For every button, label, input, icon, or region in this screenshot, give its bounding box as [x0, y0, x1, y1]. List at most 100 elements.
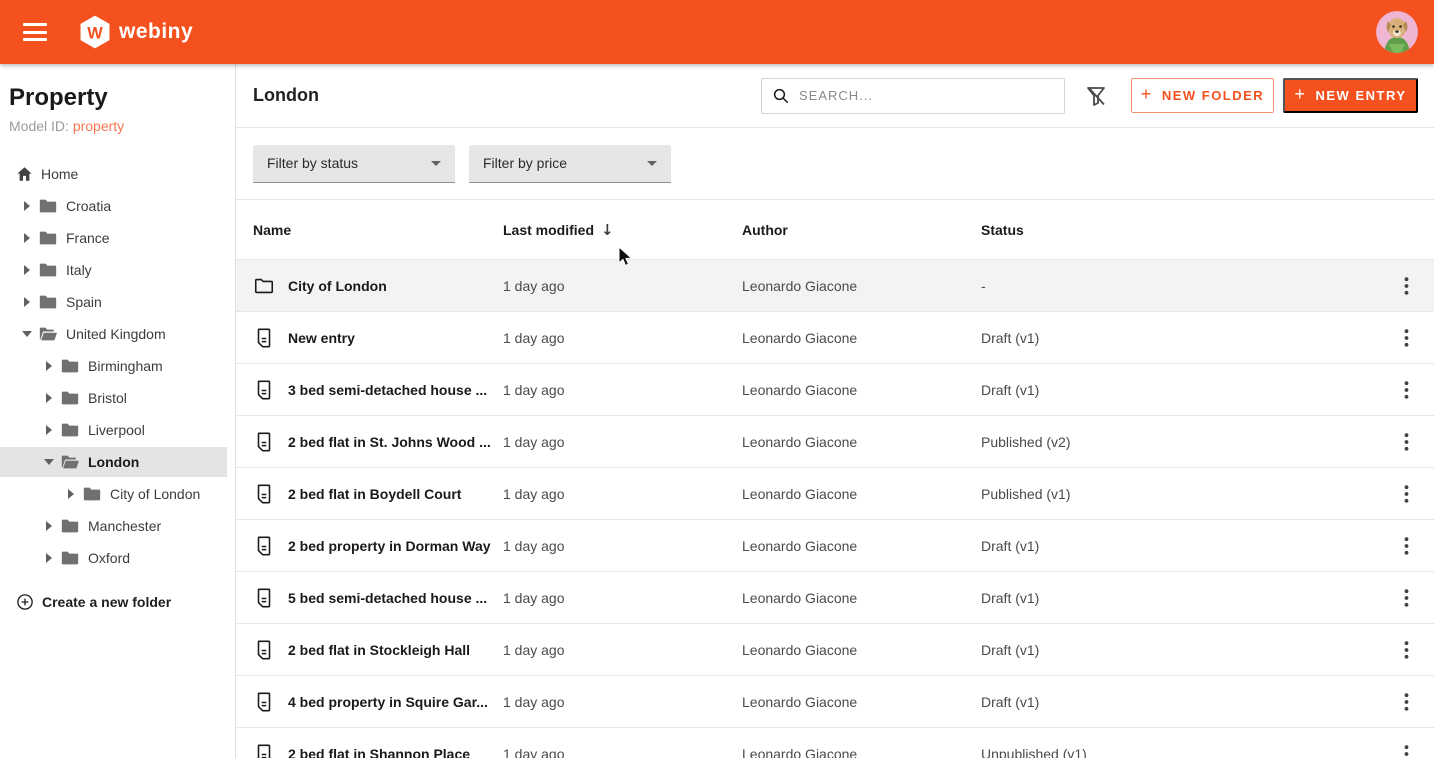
row-actions-menu-button[interactable] [1394, 326, 1418, 350]
home-label: Home [41, 166, 78, 182]
column-header-status[interactable]: Status [981, 222, 1378, 238]
folder-tree-item[interactable]: City of London [0, 478, 235, 510]
tree-caret-icon[interactable] [22, 329, 32, 339]
tree-caret-icon[interactable] [44, 393, 54, 403]
entry-name: New entry [288, 330, 355, 346]
document-icon [253, 327, 275, 349]
webiny-hexagon-icon: W [79, 15, 111, 49]
folder-icon [60, 549, 80, 567]
folder-icon [82, 485, 102, 503]
folder-name: Birmingham [88, 358, 163, 374]
folder-tree-item[interactable]: Manchester [0, 510, 235, 542]
filter-off-button[interactable] [1083, 83, 1109, 109]
search-box[interactable] [761, 78, 1065, 114]
entry-name: 2 bed property in Dorman Way [288, 538, 491, 554]
sort-descending-icon[interactable]: ↓ [601, 221, 614, 239]
entry-author: Leonardo Giacone [742, 538, 981, 554]
row-actions-menu-button[interactable] [1394, 430, 1418, 454]
row-actions-menu-button[interactable] [1394, 690, 1418, 714]
kebab-menu-icon [1404, 329, 1409, 347]
tree-caret-icon[interactable] [44, 425, 54, 435]
search-input[interactable] [799, 88, 1054, 103]
table-row[interactable]: New entry 1 day ago Leonardo Giacone Dra… [236, 311, 1434, 363]
table-row[interactable]: 3 bed semi-detached house ... 1 day ago … [236, 363, 1434, 415]
table-row[interactable]: 2 bed flat in Shannon Place 1 day ago Le… [236, 727, 1434, 758]
folder-open-icon [60, 453, 80, 471]
new-folder-button[interactable]: + NEW FOLDER [1131, 78, 1274, 113]
folder-icon [60, 517, 80, 535]
row-actions-menu-button[interactable] [1394, 274, 1418, 298]
chevron-down-icon [647, 161, 657, 166]
column-header-author[interactable]: Author [742, 222, 981, 238]
entry-author: Leonardo Giacone [742, 330, 981, 346]
table-row[interactable]: 2 bed flat in Stockleigh Hall 1 day ago … [236, 623, 1434, 675]
row-actions-menu-button[interactable] [1394, 534, 1418, 558]
new-entry-button[interactable]: + NEW ENTRY [1283, 78, 1418, 113]
filter-by-price-select[interactable]: Filter by price [469, 145, 671, 183]
entry-status: Draft (v1) [981, 590, 1378, 606]
folder-tree: Home Croatia [0, 158, 235, 618]
tree-caret-icon[interactable] [44, 521, 54, 531]
entry-status: Draft (v1) [981, 330, 1378, 346]
row-actions-menu-button[interactable] [1394, 586, 1418, 610]
folder-tree-item[interactable]: Liverpool [0, 414, 235, 446]
svg-text:W: W [87, 24, 103, 42]
table-row[interactable]: 4 bed property in Squire Gar... 1 day ag… [236, 675, 1434, 727]
tree-caret-icon[interactable] [22, 265, 32, 275]
row-actions-menu-button[interactable] [1394, 482, 1418, 506]
row-actions-menu-button[interactable] [1394, 378, 1418, 402]
tree-caret-icon[interactable] [44, 361, 54, 371]
entry-name: 2 bed flat in Stockleigh Hall [288, 642, 470, 658]
table-row[interactable]: 2 bed flat in Boydell Court 1 day ago Le… [236, 467, 1434, 519]
page-title: London [253, 85, 319, 106]
plus-icon: + [1294, 84, 1306, 105]
row-actions-menu-button[interactable] [1394, 742, 1418, 758]
create-folder-button[interactable]: Create a new folder [0, 586, 235, 618]
tree-caret-icon[interactable] [22, 297, 32, 307]
webiny-logo[interactable]: W webiny [79, 15, 193, 49]
avatar-dog-image [1376, 11, 1418, 53]
folder-tree-item[interactable]: Spain [0, 286, 235, 318]
tree-caret-icon[interactable] [44, 457, 54, 467]
kebab-menu-icon [1404, 433, 1409, 451]
folder-tree-item[interactable]: Bristol [0, 382, 235, 414]
hamburger-menu-icon[interactable] [23, 23, 47, 41]
model-title: Property [0, 84, 235, 112]
folder-tree-item[interactable]: United Kingdom [0, 318, 235, 350]
app-top-bar: W webiny [0, 0, 1434, 64]
folder-name: France [66, 230, 110, 246]
entry-author: Leonardo Giacone [742, 486, 981, 502]
tree-caret-icon[interactable] [22, 201, 32, 211]
tree-caret-icon[interactable] [22, 233, 32, 243]
entries-table: Name Last modified ↓ Author Status [236, 200, 1434, 758]
filter-status-label: Filter by status [267, 155, 431, 171]
entry-status: - [981, 278, 1378, 294]
folder-tree-item[interactable]: London [0, 447, 227, 477]
folder-tree-item[interactable]: Oxford [0, 542, 235, 574]
filter-by-status-select[interactable]: Filter by status [253, 145, 455, 183]
folder-tree-item[interactable]: Italy [0, 254, 235, 286]
row-actions-menu-button[interactable] [1394, 638, 1418, 662]
table-row[interactable]: 2 bed flat in St. Johns Wood ... 1 day a… [236, 415, 1434, 467]
folder-tree-item[interactable]: France [0, 222, 235, 254]
model-id-value[interactable]: property [73, 118, 124, 134]
table-row[interactable]: 2 bed property in Dorman Way 1 day ago L… [236, 519, 1434, 571]
plus-icon: + [1141, 84, 1153, 105]
table-row[interactable]: 5 bed semi-detached house ... 1 day ago … [236, 571, 1434, 623]
entry-modified: 1 day ago [503, 330, 742, 346]
folder-tree-item[interactable]: Birmingham [0, 350, 235, 382]
user-avatar[interactable] [1376, 11, 1418, 53]
table-row[interactable]: City of London 1 day ago Leonardo Giacon… [236, 259, 1434, 311]
tree-caret-icon[interactable] [66, 489, 76, 499]
entry-author: Leonardo Giacone [742, 642, 981, 658]
model-id-line: Model ID: property [0, 118, 235, 134]
document-icon [253, 587, 275, 609]
sidebar-item-home[interactable]: Home [0, 158, 235, 190]
content-header: London + NEW FOLDER + [236, 64, 1434, 128]
folder-name: London [88, 454, 139, 470]
column-header-modified[interactable]: Last modified ↓ [503, 221, 742, 239]
entry-modified: 1 day ago [503, 382, 742, 398]
tree-caret-icon[interactable] [44, 553, 54, 563]
column-header-name[interactable]: Name [253, 222, 503, 238]
folder-tree-item[interactable]: Croatia [0, 190, 235, 222]
